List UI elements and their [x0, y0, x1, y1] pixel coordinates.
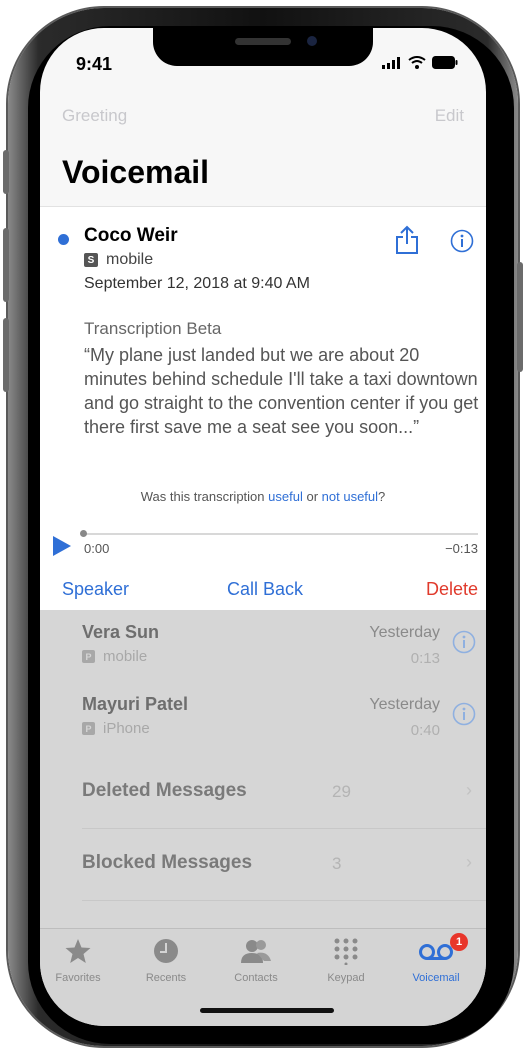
sim-badge: S	[84, 253, 98, 267]
status-icons	[382, 56, 458, 69]
info-button[interactable]	[452, 630, 476, 659]
voicemail-detail: Coco Weir S mobile September 12, 2018 at…	[40, 206, 486, 611]
contacts-icon	[241, 940, 271, 963]
status-time: 9:41	[76, 54, 113, 74]
blocked-messages-row[interactable]: Blocked Messages 3 ›	[40, 830, 486, 898]
tab-label: Voicemail	[412, 972, 460, 984]
caller-label: mobile	[106, 251, 154, 268]
tab-label: Keypad	[327, 972, 365, 984]
page-title: Voicemail	[62, 154, 210, 190]
message-date: Yesterday	[369, 624, 440, 641]
notification-badge: 1	[450, 933, 468, 951]
message-duration: 0:13	[410, 650, 440, 667]
divider	[82, 900, 486, 901]
signal-icon	[382, 56, 400, 69]
clock-icon	[154, 939, 178, 963]
scrubber-knob[interactable]	[80, 530, 87, 537]
battery-icon	[432, 56, 458, 69]
info-icon	[452, 630, 476, 654]
folder-name: Deleted Messages	[82, 780, 247, 801]
tab-label: Favorites	[55, 972, 101, 984]
folder-count: 29	[332, 782, 351, 801]
message-caller: Vera Sun	[82, 622, 160, 642]
message-date: Yesterday	[369, 696, 440, 713]
tab-contacts[interactable]: Contacts	[216, 937, 296, 984]
folder-name: Blocked Messages	[82, 852, 253, 873]
volume-up-button	[3, 228, 9, 302]
tab-label: Contacts	[234, 972, 278, 984]
message-label-row: P iPhone	[82, 720, 150, 737]
tab-favorites[interactable]: Favorites	[40, 937, 118, 984]
message-label: iPhone	[103, 720, 150, 737]
feedback-or: or	[306, 489, 319, 504]
info-icon	[452, 702, 476, 726]
deleted-messages-row[interactable]: Deleted Messages 29 ›	[40, 758, 486, 826]
delete-button[interactable]: Delete	[426, 579, 478, 600]
tab-recents[interactable]: Recents	[126, 937, 206, 984]
edit-button[interactable]: Edit	[435, 106, 464, 126]
message-label: mobile	[103, 648, 148, 665]
tab-label: Recents	[145, 972, 187, 984]
feedback-prefix: Was this transcription	[140, 489, 265, 504]
caller-name: Coco Weir	[84, 225, 178, 246]
message-label-row: P mobile	[82, 648, 147, 665]
chevron-right-icon: ›	[466, 780, 472, 800]
side-button	[517, 262, 523, 372]
message-caller: Mayuri Patel	[82, 694, 189, 714]
voicemail-date: September 12, 2018 at 9:40 AM	[84, 275, 310, 292]
elapsed-time: 0:00	[84, 541, 110, 556]
feedback-useful-link[interactable]: useful	[268, 489, 303, 504]
star-icon	[65, 939, 91, 963]
message-duration: 0:40	[410, 722, 440, 739]
unread-dot-icon	[58, 234, 69, 245]
speaker-button[interactable]: Speaker	[62, 579, 129, 600]
call-back-button[interactable]: Call Back	[227, 579, 303, 600]
remaining-time: −0:13	[445, 541, 478, 556]
keypad-icon	[334, 938, 358, 966]
caller-label-row: S mobile	[84, 251, 153, 269]
notch	[153, 28, 373, 66]
tab-voicemail[interactable]: 1 Voicemail	[396, 933, 476, 984]
feedback-not-useful-link[interactable]: not useful	[322, 489, 378, 504]
sim-badge: P	[82, 722, 95, 735]
play-icon[interactable]	[53, 536, 71, 556]
chevron-right-icon: ›	[466, 852, 472, 872]
front-camera	[307, 36, 317, 46]
transcription-text: “My plane just landed but we are about 2…	[84, 345, 479, 437]
volume-down-button	[3, 318, 9, 392]
transcription-title: Transcription Beta	[84, 319, 222, 338]
share-icon	[396, 225, 418, 254]
feedback-suffix: ?	[378, 489, 386, 504]
screen: 9:41 Greeting Edit Voicemail Coco Weir S	[40, 28, 486, 1026]
greeting-button[interactable]: Greeting	[62, 106, 127, 126]
share-button[interactable]	[395, 225, 419, 260]
sim-badge: P	[82, 650, 95, 663]
tab-keypad[interactable]: Keypad	[306, 937, 386, 984]
info-button[interactable]	[452, 702, 476, 731]
transcription-feedback: Was this transcription useful or not use…	[40, 489, 486, 504]
divider	[82, 828, 486, 829]
voicemail-list: Vera Sun P mobile Yesterday 0:13 Mayuri …	[40, 610, 486, 928]
mute-switch	[3, 150, 9, 194]
wifi-icon	[408, 56, 426, 69]
voicemail-icon	[419, 944, 453, 960]
info-icon	[450, 229, 474, 253]
navigation-bar: Greeting Edit	[62, 106, 464, 134]
home-indicator[interactable]	[200, 1008, 334, 1013]
playback-scrubber[interactable]	[80, 530, 478, 537]
info-button[interactable]	[450, 229, 474, 258]
earpiece	[235, 38, 291, 45]
list-item[interactable]: Mayuri Patel P iPhone Yesterday 0:40	[40, 682, 486, 746]
folder-count: 3	[332, 854, 342, 873]
list-item[interactable]: Vera Sun P mobile Yesterday 0:13	[40, 610, 486, 674]
